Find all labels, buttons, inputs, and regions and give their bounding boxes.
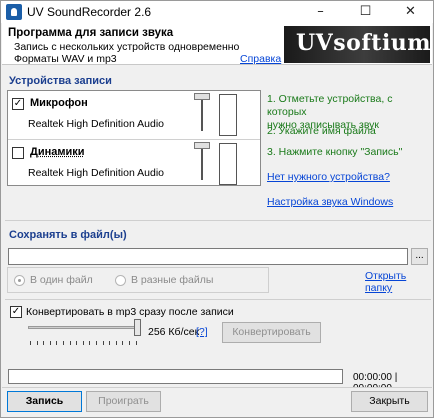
speakers-checkbox[interactable] [12, 147, 24, 159]
header-banner: Программа для записи звука Запись с неск… [2, 23, 432, 65]
volume-fader-knob[interactable] [194, 93, 210, 100]
slider-tick [102, 341, 104, 345]
device-name: Динамики [30, 146, 85, 158]
help-link[interactable]: Справка [240, 53, 281, 65]
bitrate-help-link[interactable]: [?] [196, 326, 208, 338]
section-divider [5, 299, 431, 300]
header-desc-line1: Запись с нескольких устройств одновремен… [14, 41, 240, 53]
browse-button[interactable]: ... [411, 248, 428, 265]
recording-progress-bar [8, 369, 343, 384]
uvsoftium-logo: UVsoftium [284, 26, 430, 63]
slider-tick [30, 341, 31, 345]
convert-button[interactable]: Конвертировать [222, 322, 321, 343]
slider-tick [122, 341, 124, 345]
device-row-speakers[interactable]: Динамики Realtek High Definition Audio [8, 139, 260, 187]
sound-settings-link[interactable]: Настройка звука Windows [267, 196, 393, 208]
slider-tick [135, 341, 137, 345]
device-row-microphone[interactable]: ✓ Микрофон Realtek High Definition Audio [8, 91, 260, 139]
slider-tick [82, 341, 84, 345]
bitrate-value: 256 Кб/сек [148, 326, 200, 338]
device-driver: Realtek High Definition Audio [28, 167, 164, 179]
app-window: UV SoundRecorder 2.6 – ☐ ✕ Программа для… [0, 0, 434, 418]
slider-tick [49, 341, 51, 345]
separate-files-label: В разные файлы [131, 274, 214, 286]
header-description: Запись с нескольких устройств одновремен… [14, 41, 239, 65]
no-device-link[interactable]: Нет нужного устройства? [267, 171, 390, 183]
instruction-step2: 2. Укажите имя файла [267, 125, 376, 137]
slider-tick [36, 341, 38, 345]
slider-tick [109, 341, 111, 345]
devices-section-title: Устройства записи [9, 75, 112, 87]
slider-tick [129, 341, 130, 345]
slider-tick [115, 341, 117, 345]
instruction-step1-line1: 1. Отметьте устройства, с которых [267, 93, 393, 118]
save-section-title: Сохранять в файл(ы) [9, 229, 127, 241]
slider-tick [76, 341, 78, 345]
volume-fader-knob[interactable] [194, 142, 210, 149]
convert-checkbox[interactable]: ✓ [10, 306, 22, 318]
volume-fader-track [201, 146, 203, 180]
record-button[interactable]: Запись [7, 391, 82, 412]
close-window-button[interactable]: ✕ [388, 1, 433, 23]
play-button[interactable]: Проиграть [86, 391, 161, 412]
logo-text: UVsoftium [296, 30, 430, 56]
header-title: Программа для записи звука [8, 27, 174, 39]
minimize-button[interactable]: – [298, 1, 343, 23]
single-file-label: В один файл [30, 274, 93, 286]
close-button[interactable]: Закрыть [351, 391, 428, 412]
volume-fader-track [201, 97, 203, 131]
slider-tick [89, 341, 91, 345]
open-folder-link[interactable]: Открыть папку [365, 270, 433, 294]
microphone-checkbox[interactable]: ✓ [12, 98, 24, 110]
level-meter [219, 143, 237, 185]
convert-label: Конвертировать в mp3 сразу после записи [26, 306, 234, 318]
level-meter [219, 94, 237, 136]
bitrate-slider-thumb[interactable] [134, 319, 141, 336]
window-title: UV SoundRecorder 2.6 [27, 5, 152, 19]
instruction-step3: 3. Нажмите кнопку "Запись" [267, 146, 403, 158]
devices-list: ✓ Микрофон Realtek High Definition Audio… [7, 90, 261, 186]
header-desc-line2: Форматы WAV и mp3 [14, 53, 117, 65]
section-divider [5, 220, 431, 221]
save-path-input[interactable] [8, 248, 408, 265]
slider-tick [96, 341, 97, 345]
maximize-button[interactable]: ☐ [343, 1, 388, 23]
slider-tick [56, 341, 58, 345]
microphone-app-icon [6, 4, 22, 20]
device-driver: Realtek High Definition Audio [28, 118, 164, 130]
slider-tick [69, 341, 71, 345]
device-name: Микрофон [30, 97, 88, 109]
single-file-radio[interactable] [14, 275, 25, 286]
slider-tick [63, 341, 64, 345]
title-bar: UV SoundRecorder 2.6 – ☐ ✕ [1, 1, 433, 23]
bitrate-slider-track[interactable] [28, 326, 138, 329]
save-mode-group: В один файл В разные файлы [7, 267, 269, 293]
slider-tick [43, 341, 45, 345]
separate-files-radio[interactable] [115, 275, 126, 286]
